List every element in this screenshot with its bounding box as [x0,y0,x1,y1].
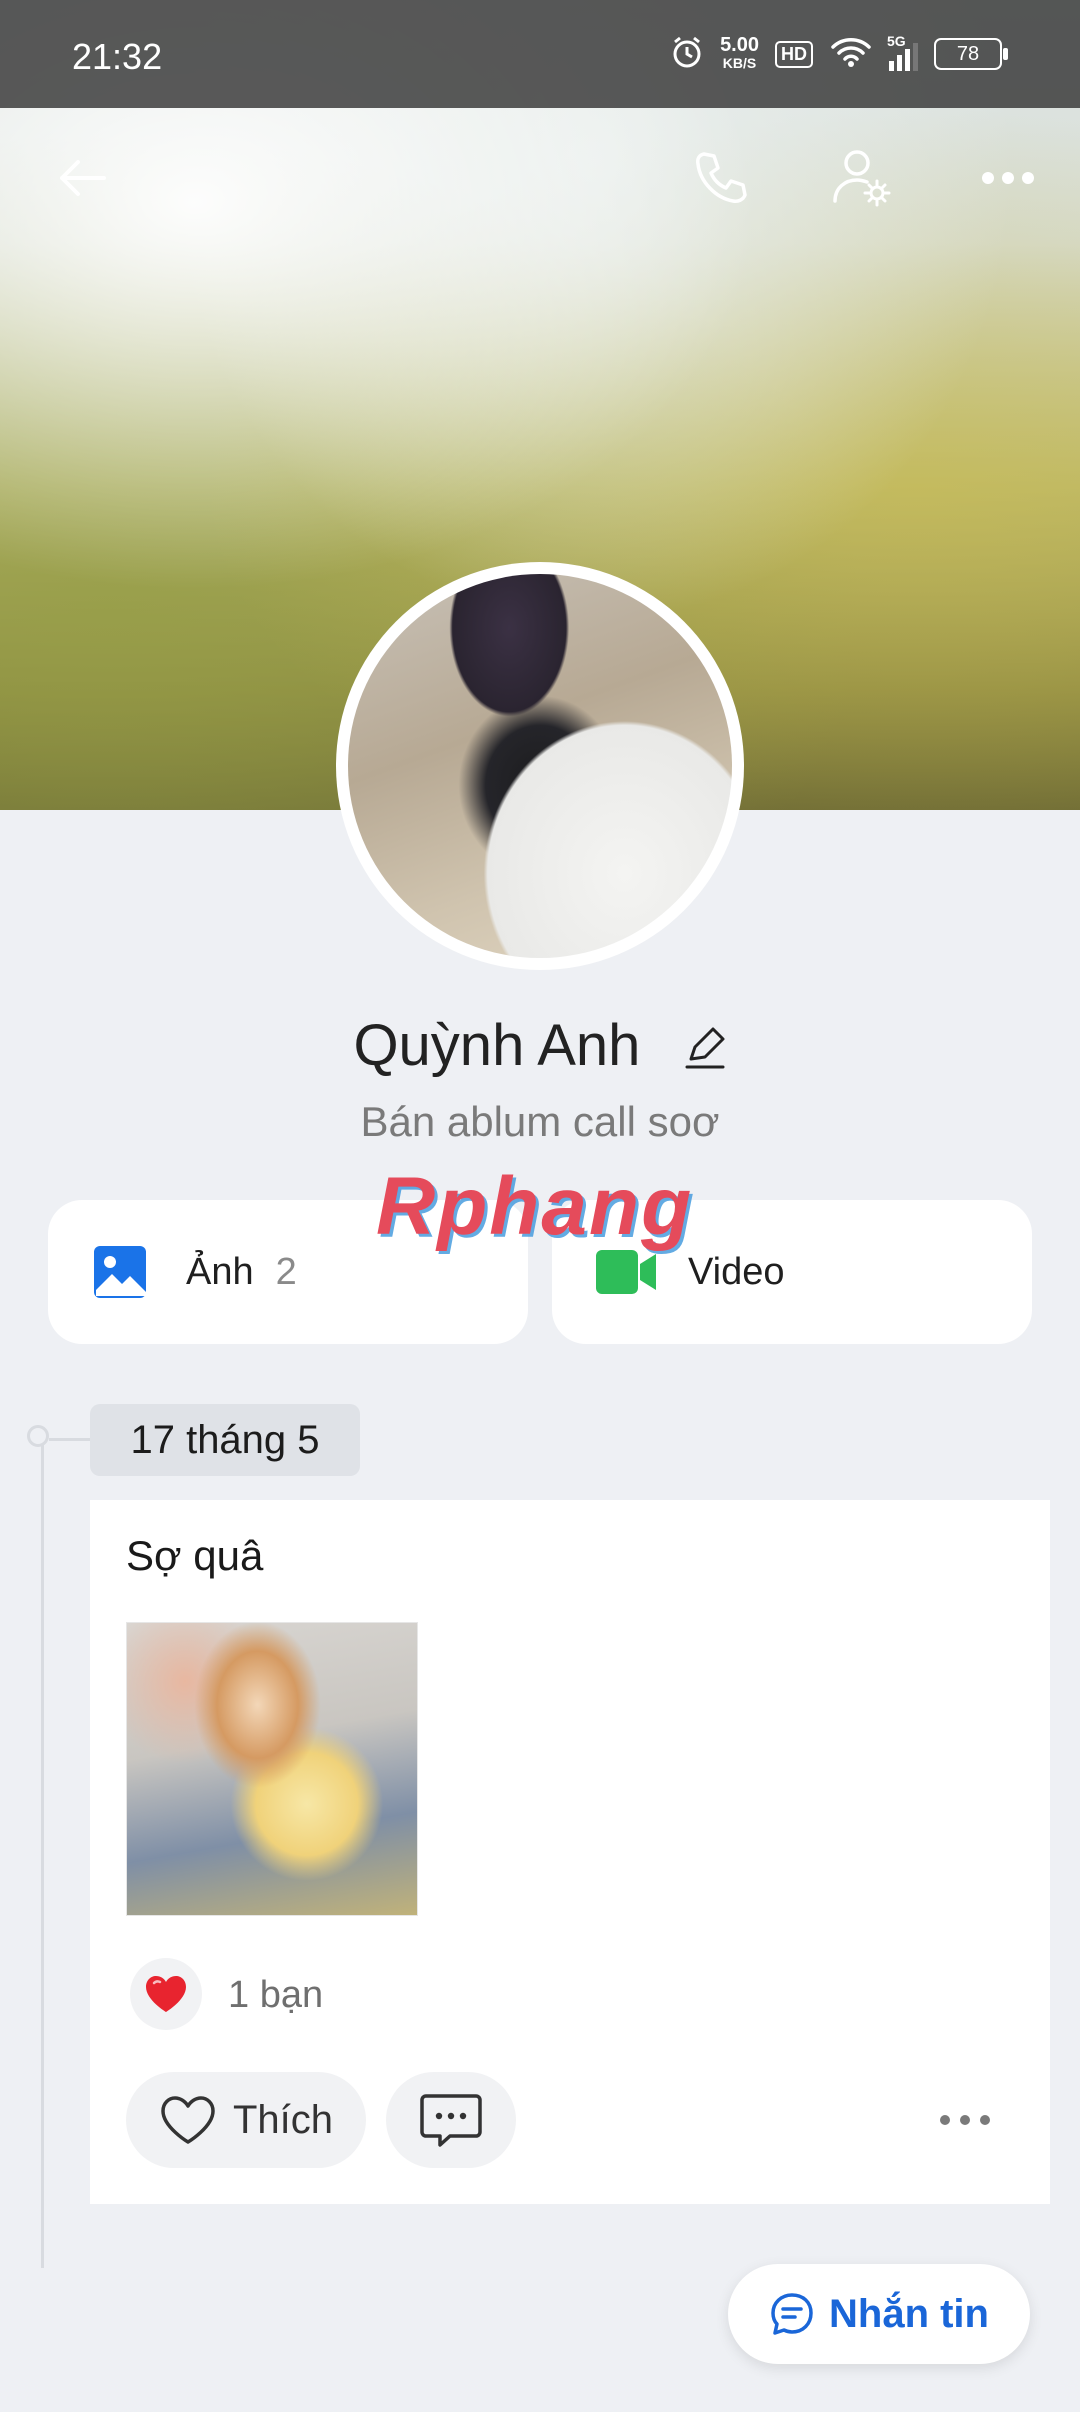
network-speed: 5.00 KB/S [720,34,759,72]
timeline-date: 17 tháng 5 [90,1404,360,1476]
video-label: Video [688,1250,785,1293]
post-more-icon[interactable] [930,2094,1000,2146]
post-text: Sợ quâ [126,1532,264,1579]
like-label: Thích [232,2097,334,2142]
avatar[interactable] [348,574,732,958]
post-photo[interactable] [126,1622,418,1916]
heart-outline-icon [159,2094,217,2146]
message-button[interactable]: Nhắn tin [728,2264,1030,2364]
hd-badge: HD [775,40,813,68]
profile-bio: Bán ablum call soơ [360,1098,720,1145]
profile-name: Quỳnh Anh [353,1013,641,1078]
watermark-logo: Rphang [376,1161,694,1252]
user-settings-icon[interactable] [822,138,902,218]
heart-reaction-icon[interactable] [130,1958,202,2030]
timeline-connector [49,1438,91,1441]
network-type: 5G [887,33,906,49]
network-speed-value: 5.00 [720,34,759,56]
comment-icon [420,2092,482,2148]
status-bar: 21:32 5.00 KB/S HD 5G 78 [0,0,1080,108]
wifi-icon [829,35,873,74]
signal-icon: 5G [887,33,918,71]
photos-label: Ảnh [186,1250,254,1293]
back-arrow-icon[interactable] [42,138,122,218]
like-button[interactable]: Thích [126,2072,366,2168]
chat-icon [769,2291,815,2337]
photo-icon [92,1244,148,1300]
more-icon[interactable] [968,138,1048,218]
network-speed-unit: KB/S [722,55,757,71]
timeline-line [41,1438,44,2268]
video-camera-icon [594,1248,658,1296]
photos-count: 2 [275,1250,297,1293]
battery-indicator: 78 [934,38,1008,70]
reaction-count[interactable]: 1 bạn [228,1974,323,2017]
status-time: 21:32 [72,36,163,77]
message-label: Nhắn tin [829,2291,989,2336]
edit-name-icon[interactable] [683,1016,727,1083]
timeline-dot [27,1425,49,1447]
phone-icon[interactable] [680,138,760,218]
comment-button[interactable] [386,2072,516,2168]
alarm-icon [670,35,704,74]
profile-name-row: Quỳnh Anh [0,1012,1080,1083]
status-indicators: 5.00 KB/S HD 5G 78 [670,33,1008,74]
